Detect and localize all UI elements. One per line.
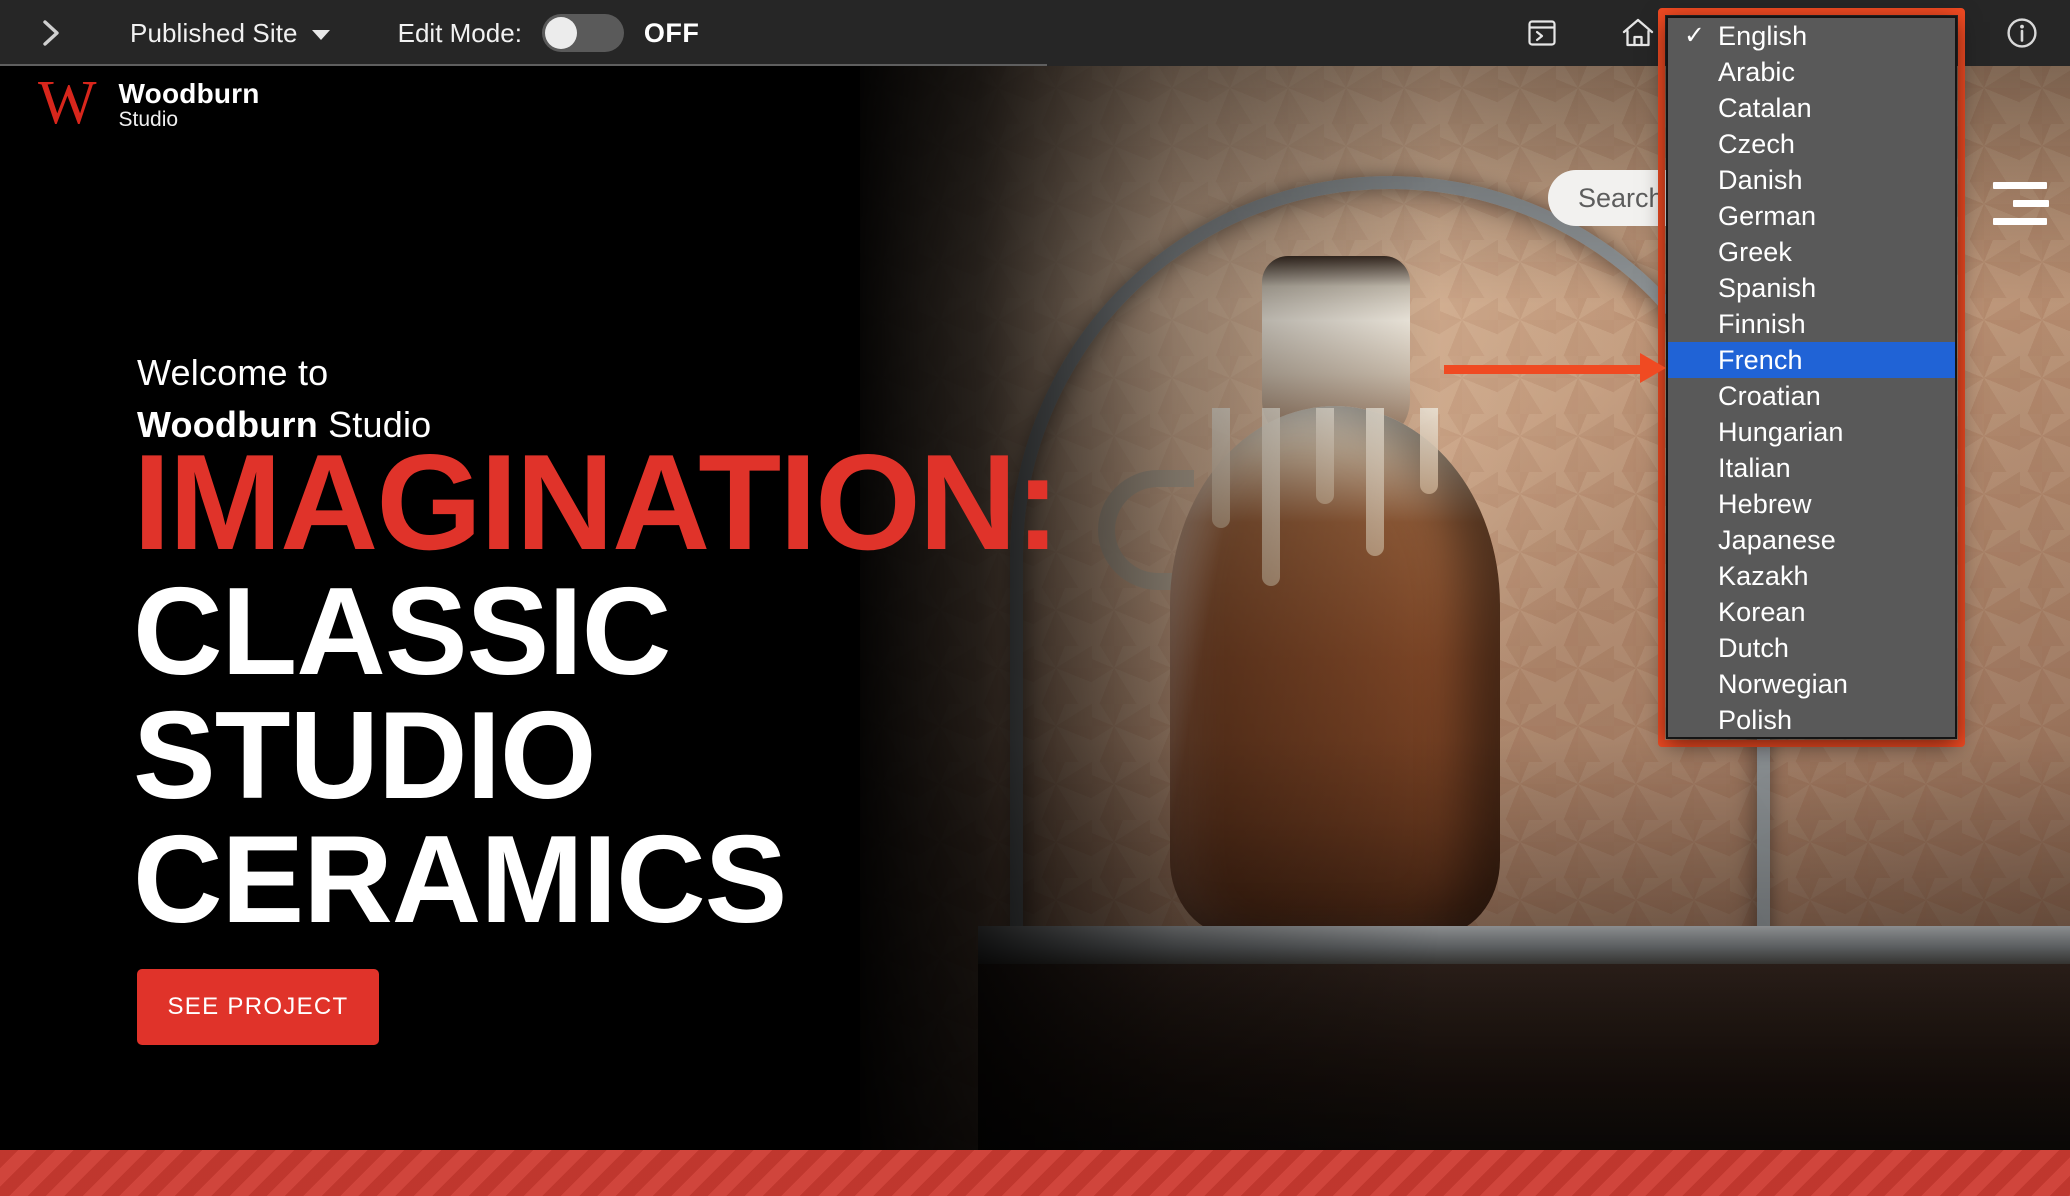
language-option-label: Hebrew (1718, 488, 1812, 519)
screen: Published Site Edit Mode: OFF Welcome to… (0, 0, 2070, 1196)
language-option-label: Hungarian (1718, 416, 1844, 447)
language-option-croatian[interactable]: Croatian (1668, 378, 1955, 414)
edit-mode-toggle[interactable] (541, 14, 624, 52)
language-option-hebrew[interactable]: Hebrew (1668, 486, 1955, 522)
language-option-label: German (1718, 200, 1817, 231)
monogram-w-icon: W (38, 69, 97, 137)
language-option-label: Danish (1718, 164, 1803, 195)
headline-line-1: CLASSIC (133, 563, 671, 701)
hero-headline: IMAGINATION: CLASSIC STUDIO CERAMICS (133, 426, 1060, 949)
headline-line-2: STUDIO (133, 687, 596, 825)
language-option-hungarian[interactable]: Hungarian (1668, 414, 1955, 450)
language-option-label: Greek (1718, 236, 1793, 267)
chevron-down-icon (311, 30, 330, 40)
language-option-english[interactable]: ✓ English (1668, 18, 1955, 54)
arrow-shaft (1444, 365, 1644, 374)
language-option-label: Arabic (1718, 56, 1796, 87)
language-option-spanish[interactable]: Spanish (1668, 270, 1955, 306)
toggle-knob (544, 17, 577, 49)
language-option-japanese[interactable]: Japanese (1668, 522, 1955, 558)
hamburger-line (2013, 200, 2049, 207)
language-option-label: Polish (1718, 704, 1793, 735)
arrow-head (1640, 353, 1666, 383)
language-option-finnish[interactable]: Finnish (1668, 306, 1955, 342)
brand-name: Woodburn (118, 77, 260, 109)
language-dropdown[interactable]: ✓ English Arabic Catalan Czech Danish German Gr… (1666, 16, 1957, 739)
hero-section: Welcome to Woodburn Studio IMAGINATION: … (0, 66, 1100, 1151)
language-option-label: Catalan (1718, 92, 1812, 123)
see-project-button[interactable]: SEE PROJECT (137, 969, 379, 1045)
check-icon: ✓ (1684, 21, 1706, 50)
devtools-console-icon[interactable] (1494, 0, 1590, 66)
language-option-korean[interactable]: Korean (1668, 594, 1955, 630)
hero-eyebrow-line1: Welcome to (137, 352, 329, 393)
edit-mode-label: Edit Mode: (397, 17, 522, 48)
language-option-label: Norwegian (1718, 668, 1848, 699)
language-option-danish[interactable]: Danish (1668, 162, 1955, 198)
language-option-label: Dutch (1718, 632, 1790, 663)
language-option-label: Spanish (1718, 272, 1817, 303)
headline-line-3: CERAMICS (133, 811, 787, 949)
language-option-polish[interactable]: Polish (1668, 702, 1955, 737)
language-option-dutch[interactable]: Dutch (1668, 630, 1955, 666)
bottom-striped-band (0, 1150, 2070, 1196)
hamburger-menu-icon[interactable] (1993, 174, 2049, 225)
language-option-label: Japanese (1718, 524, 1836, 555)
language-option-german[interactable]: German (1668, 198, 1955, 234)
language-option-czech[interactable]: Czech (1668, 126, 1955, 162)
hamburger-line (1993, 218, 2047, 225)
language-option-catalan[interactable]: Catalan (1668, 90, 1955, 126)
site-logo[interactable]: W Woodburn Studio (38, 72, 260, 134)
language-option-kazakh[interactable]: Kazakh (1668, 558, 1955, 594)
language-option-label: French (1718, 344, 1803, 375)
language-option-label: Korean (1718, 596, 1806, 627)
language-option-label: Kazakh (1718, 560, 1809, 591)
brand-names: Woodburn Studio (118, 77, 260, 132)
language-option-label: Croatian (1718, 380, 1821, 411)
language-option-label: English (1718, 20, 1808, 51)
edit-mode-control: Edit Mode: OFF (398, 14, 700, 52)
language-option-label: Italian (1718, 452, 1791, 483)
edit-mode-state: OFF (643, 17, 700, 48)
language-option-arabic[interactable]: Arabic (1668, 54, 1955, 90)
language-option-label: Finnish (1718, 308, 1806, 339)
brand-subname: Studio (118, 108, 179, 132)
published-site-label: Published Site (130, 17, 298, 48)
language-option-label: Czech (1718, 128, 1796, 159)
language-option-french[interactable]: French (1668, 342, 1955, 378)
language-option-norwegian[interactable]: Norwegian (1668, 666, 1955, 702)
published-site-dropdown[interactable]: Published Site (130, 18, 330, 49)
hamburger-line (1993, 182, 2047, 189)
info-icon[interactable] (1974, 0, 2070, 66)
chevron-right-icon[interactable] (34, 16, 68, 50)
language-option-italian[interactable]: Italian (1668, 450, 1955, 486)
headline-line-red: IMAGINATION: (133, 426, 1060, 578)
language-option-greek[interactable]: Greek (1668, 234, 1955, 270)
